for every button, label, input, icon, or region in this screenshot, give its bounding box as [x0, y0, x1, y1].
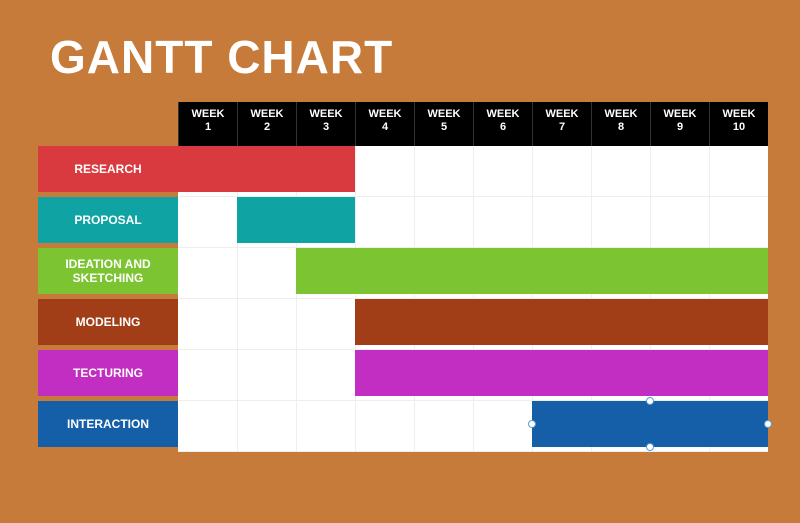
task-label: PROPOSAL — [38, 197, 178, 243]
week-header: WEEK10 — [709, 102, 768, 146]
task-row: PROPOSAL — [38, 197, 768, 243]
week-header: WEEK8 — [591, 102, 650, 146]
week-header: WEEK4 — [355, 102, 414, 146]
task-rows: RESEARCH PROPOSAL IDEATION AND SKETCHING MO… — [38, 146, 768, 452]
task-label: MODELING — [38, 299, 178, 345]
task-row: RESEARCH — [38, 146, 768, 192]
week-header: WEEK7 — [532, 102, 591, 146]
task-row: TECTURING — [38, 350, 768, 396]
week-header: WEEK2 — [237, 102, 296, 146]
task-bar[interactable] — [178, 146, 355, 192]
task-bar[interactable] — [355, 299, 768, 345]
week-header: WEEK1 — [178, 102, 237, 146]
task-label: TECTURING — [38, 350, 178, 396]
selection-handle-icon[interactable] — [646, 443, 654, 451]
task-row: INTERACTION — [38, 401, 768, 447]
task-bar[interactable] — [532, 401, 768, 447]
week-header: WEEK3 — [296, 102, 355, 146]
task-label: IDEATION AND SKETCHING — [38, 248, 178, 294]
page-title: GANTT CHART — [50, 30, 800, 84]
task-bar[interactable] — [355, 350, 768, 396]
task-row: MODELING — [38, 299, 768, 345]
task-label: RESEARCH — [38, 146, 178, 192]
selection-handle-icon[interactable] — [764, 420, 772, 428]
selection-handle-icon[interactable] — [528, 420, 536, 428]
week-header-row: WEEK1WEEK2WEEK3WEEK4WEEK5WEEK6WEEK7WEEK8… — [178, 102, 768, 146]
week-header: WEEK5 — [414, 102, 473, 146]
task-label: INTERACTION — [38, 401, 178, 447]
week-header: WEEK9 — [650, 102, 709, 146]
week-header: WEEK6 — [473, 102, 532, 146]
task-row: IDEATION AND SKETCHING — [38, 248, 768, 294]
task-bar[interactable] — [237, 197, 355, 243]
task-bar[interactable] — [296, 248, 768, 294]
selection-handle-icon[interactable] — [646, 397, 654, 405]
